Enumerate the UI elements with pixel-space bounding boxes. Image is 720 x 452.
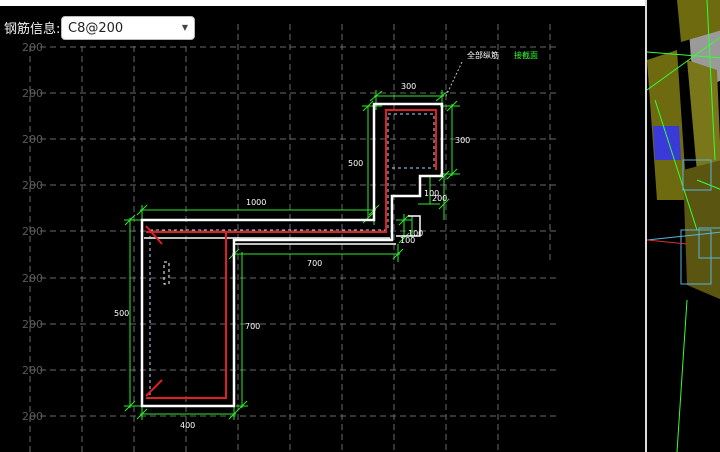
- dim-long-arm: 1000: [246, 198, 266, 207]
- dim-left-height: 500: [114, 309, 129, 318]
- grid-row-label: 200: [22, 225, 43, 238]
- dim-left-riser: 500: [348, 159, 363, 168]
- dim-right-height: 300: [455, 136, 470, 145]
- dim-top-width: 300: [401, 82, 416, 91]
- grid-row-label: 200: [22, 87, 43, 100]
- section-drawing-viewport: 钢筋信息: C8@200 ▼ 200 200 200 200 200 200 2…: [0, 0, 720, 452]
- dim-mid-arm: 700: [307, 259, 322, 268]
- dim-step-b: 200: [432, 194, 447, 203]
- inner-offset-lines: [149, 113, 435, 399]
- section-canvas: 200 200 200 200 200 200 200 200 200 300 …: [22, 24, 560, 452]
- grid-row-label: 200: [22, 179, 43, 192]
- grid-row-label: 200: [22, 318, 43, 331]
- legend-all-rebar[interactable]: 全部纵筋: [467, 50, 499, 60]
- grid-row-label: 200: [22, 272, 43, 285]
- grid-row-label: 200: [22, 41, 43, 54]
- grid-row-label: 200: [22, 133, 43, 146]
- dim-bottom-width: 400: [180, 421, 195, 430]
- dim-right-leg: 700: [245, 322, 260, 331]
- 3d-preview-canvas: [647, 0, 720, 452]
- grid-row-label: 200: [22, 410, 43, 423]
- blue-face: [653, 126, 681, 160]
- legend-section[interactable]: 接截面: [514, 50, 538, 60]
- dim-step-d: 100: [400, 236, 415, 245]
- grid-row-label: 200: [22, 364, 43, 377]
- 3d-preview-panel[interactable]: [645, 0, 720, 452]
